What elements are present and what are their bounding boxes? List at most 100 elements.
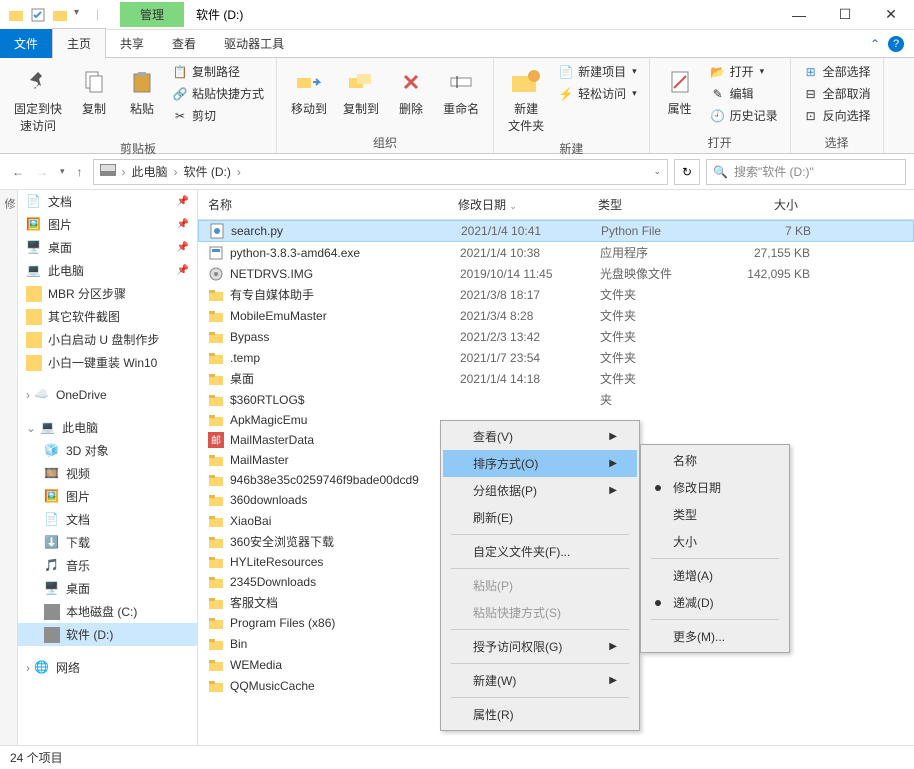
nav-item-pictures[interactable]: 🖼️图片📌 <box>18 213 197 236</box>
nav-item-downloads[interactable]: ⬇️下载 <box>18 531 197 554</box>
folder-icon[interactable] <box>52 7 68 23</box>
sort-by-size[interactable]: 大小 <box>643 528 787 555</box>
sort-submenu[interactable]: 名称 修改日期 类型 大小 递增(A) 递减(D) 更多(M)... <box>640 444 790 653</box>
history-dropdown-icon[interactable]: ⌄ <box>653 166 661 177</box>
tab-home[interactable]: 主页 <box>52 28 106 59</box>
nav-item-usb-boot[interactable]: 小白启动 U 盘制作步 <box>18 328 197 351</box>
cut-button[interactable]: ✂剪切 <box>170 106 266 125</box>
nav-item-documents[interactable]: 📄文档📌 <box>18 190 197 213</box>
nav-item-mbr[interactable]: MBR 分区步骤 <box>18 282 197 305</box>
edit-button[interactable]: ✎编辑 <box>708 84 780 103</box>
tab-view[interactable]: 查看 <box>158 29 210 58</box>
file-name: 360downloads <box>230 493 460 507</box>
maximize-button[interactable]: ☐ <box>822 0 868 30</box>
tab-file[interactable]: 文件 <box>0 29 52 58</box>
nav-item-onedrive[interactable]: ›☁️OneDrive <box>18 384 197 406</box>
minimize-button[interactable]: — <box>776 0 822 30</box>
copy-path-button[interactable]: 📋复制路径 <box>170 62 266 81</box>
copy-to-button[interactable]: 复制到 <box>339 62 383 121</box>
file-row[interactable]: MobileEmuMaster2021/3/4 8:28文件夹 <box>198 305 914 326</box>
ctx-view[interactable]: 查看(V)▶ <box>443 423 637 450</box>
column-headers[interactable]: 名称 修改日期 ⌄ 类型 大小 <box>198 190 914 220</box>
nav-item-other-sw[interactable]: 其它软件截图 <box>18 305 197 328</box>
desktop-icon: 🖥️ <box>44 581 60 597</box>
ctx-properties[interactable]: 属性(R) <box>443 701 637 728</box>
sort-desc[interactable]: 递减(D) <box>643 589 787 616</box>
nav-item-this-pc[interactable]: 💻此电脑📌 <box>18 259 197 282</box>
context-menu[interactable]: 查看(V)▶ 排序方式(O)▶ 分组依据(P)▶ 刷新(E) 自定义文件夹(F)… <box>440 420 640 731</box>
col-header-name[interactable]: 名称 <box>208 196 458 213</box>
history-button[interactable]: 🕘历史记录 <box>708 106 780 125</box>
checkbox-icon[interactable] <box>30 7 46 23</box>
nav-item-local-c[interactable]: 本地磁盘 (C:) <box>18 600 197 623</box>
nav-item-network[interactable]: ›🌐网络 <box>18 656 197 679</box>
file-row[interactable]: NETDRVS.IMG2019/10/14 11:45光盘映像文件142,095… <box>198 263 914 284</box>
tab-drive-tools[interactable]: 驱动器工具 <box>210 29 298 58</box>
nav-item-desktop[interactable]: 🖥️桌面📌 <box>18 236 197 259</box>
nav-item-reinstall[interactable]: 小白一键重装 Win10 <box>18 351 197 374</box>
ctx-grant-access[interactable]: 授予访问权限(G)▶ <box>443 633 637 660</box>
select-none-button[interactable]: ⊟全部取消 <box>801 84 873 103</box>
nav-item-soft-d[interactable]: 软件 (D:) <box>18 623 197 646</box>
collapse-ribbon-icon[interactable]: ⌃ <box>870 37 880 51</box>
file-row[interactable]: python-3.8.3-amd64.exe2021/1/4 10:38应用程序… <box>198 242 914 263</box>
document-icon: 📄 <box>44 512 60 528</box>
file-row[interactable]: Bypass2021/2/3 13:42文件夹 <box>198 326 914 347</box>
easy-access-button[interactable]: ⚡轻松访问▾ <box>556 84 639 103</box>
new-item-button[interactable]: 📄新建项目▾ <box>556 62 639 81</box>
recent-dropdown[interactable]: ▾ <box>56 164 69 179</box>
file-row[interactable]: 有专自媒体助手2021/3/8 18:17文件夹 <box>198 284 914 305</box>
copy-button[interactable]: 复制 <box>74 62 114 121</box>
crumb-this-pc[interactable]: 此电脑 <box>132 163 168 180</box>
ctx-group[interactable]: 分组依据(P)▶ <box>443 477 637 504</box>
dropdown-icon[interactable]: ▾ <box>74 7 90 23</box>
move-to-button[interactable]: 移动到 <box>287 62 331 121</box>
paste-button[interactable]: 粘贴 <box>122 62 162 121</box>
delete-button[interactable]: 删除 <box>391 62 431 121</box>
select-all-button[interactable]: ⊞全部选择 <box>801 62 873 81</box>
new-folder-button[interactable]: 新建 文件夹 <box>504 62 548 138</box>
sort-by-date[interactable]: 修改日期 <box>643 474 787 501</box>
sort-asc[interactable]: 递增(A) <box>643 562 787 589</box>
pin-quick-access-button[interactable]: 固定到快 速访问 <box>10 62 66 138</box>
invert-selection-button[interactable]: ⊡反向选择 <box>801 106 873 125</box>
search-box[interactable]: 🔍 搜索"软件 (D:)" <box>706 159 906 185</box>
nav-item-music[interactable]: 🎵音乐 <box>18 554 197 577</box>
crumb-location[interactable]: 软件 (D:) <box>184 163 231 180</box>
back-button[interactable]: ← <box>8 163 28 181</box>
rename-button[interactable]: 重命名 <box>439 62 483 121</box>
col-header-type[interactable]: 类型 <box>598 196 718 213</box>
nav-item-video[interactable]: 🎞️视频 <box>18 462 197 485</box>
file-row[interactable]: search.py2021/1/4 10:41Python File7 KB <box>198 220 914 242</box>
paste-shortcut-button[interactable]: 🔗粘贴快捷方式 <box>170 84 266 103</box>
forward-button[interactable]: → <box>32 163 52 181</box>
nav-item-documents2[interactable]: 📄文档 <box>18 508 197 531</box>
nav-item-this-pc2[interactable]: ⌄💻此电脑 <box>18 416 197 439</box>
col-header-date[interactable]: 修改日期 ⌄ <box>458 196 598 213</box>
col-header-size[interactable]: 大小 <box>718 196 808 213</box>
ctx-refresh[interactable]: 刷新(E) <box>443 504 637 531</box>
up-button[interactable]: ↑ <box>73 163 87 181</box>
properties-button[interactable]: 属性 <box>660 62 700 121</box>
ctx-new[interactable]: 新建(W)▶ <box>443 667 637 694</box>
file-row[interactable]: .temp2021/1/7 23:54文件夹 <box>198 347 914 368</box>
file-row[interactable]: 桌面2021/1/4 14:18文件夹 <box>198 368 914 389</box>
open-button[interactable]: 📂打开▾ <box>708 62 780 81</box>
refresh-button[interactable]: ↻ <box>674 159 700 185</box>
sort-by-name[interactable]: 名称 <box>643 447 787 474</box>
file-name: python-3.8.3-amd64.exe <box>230 246 460 260</box>
navigation-pane[interactable]: 📄文档📌 🖼️图片📌 🖥️桌面📌 💻此电脑📌 MBR 分区步骤 其它软件截图 小… <box>18 190 198 745</box>
open-icon: 📂 <box>710 64 726 80</box>
sort-by-type[interactable]: 类型 <box>643 501 787 528</box>
help-icon[interactable]: ? <box>888 36 904 52</box>
ctx-sort[interactable]: 排序方式(O)▶ <box>443 450 637 477</box>
tab-share[interactable]: 共享 <box>106 29 158 58</box>
sort-more[interactable]: 更多(M)... <box>643 623 787 650</box>
nav-item-3d[interactable]: 🧊3D 对象 <box>18 439 197 462</box>
nav-item-desktop2[interactable]: 🖥️桌面 <box>18 577 197 600</box>
breadcrumb-bar[interactable]: › 此电脑 › 软件 (D:) › ⌄ <box>93 159 668 185</box>
ctx-customize[interactable]: 自定义文件夹(F)... <box>443 538 637 565</box>
file-row[interactable]: $360RTLOG$夹 <box>198 389 914 410</box>
close-button[interactable]: ✕ <box>868 0 914 30</box>
nav-item-pictures2[interactable]: 🖼️图片 <box>18 485 197 508</box>
